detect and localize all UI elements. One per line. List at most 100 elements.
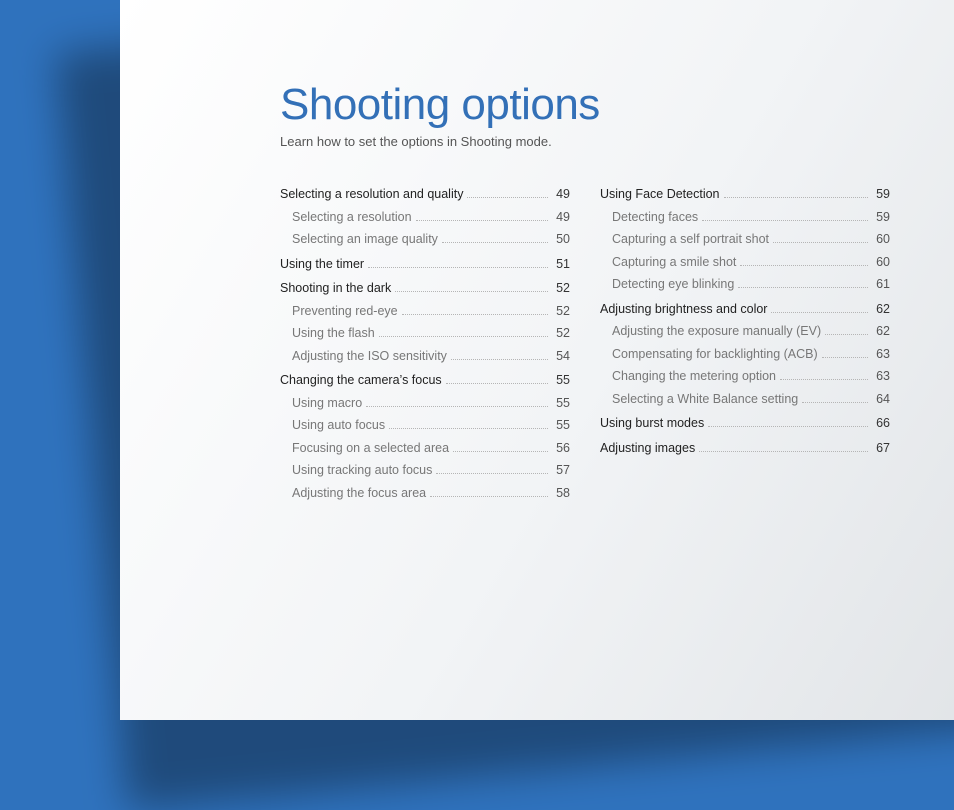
toc-item-row[interactable]: Compensating for backlighting (ACB) 63 (600, 343, 890, 366)
toc-leader-dots (724, 197, 868, 198)
toc-section-title: Changing the camera’s focus (280, 369, 442, 392)
toc-section: Shooting in the dark52Preventing red-eye… (280, 277, 570, 367)
toc-page-number: 63 (872, 343, 890, 366)
toc-leader-dots (366, 406, 548, 407)
toc-columns: Selecting a resolution and quality49Sele… (280, 183, 904, 506)
toc-section-row[interactable]: Adjusting images 67 (600, 437, 890, 460)
toc-leader-dots (453, 451, 548, 452)
toc-section: Adjusting brightness and color62Adjustin… (600, 298, 890, 411)
toc-item-row[interactable]: Using auto focus 55 (280, 414, 570, 437)
toc-page-number: 63 (872, 365, 890, 388)
toc-section-title: Using Face Detection (600, 183, 720, 206)
toc-item-row[interactable]: Capturing a self portrait shot 60 (600, 228, 890, 251)
toc-item-row[interactable]: Detecting faces 59 (600, 206, 890, 229)
toc-leader-dots (699, 451, 868, 452)
toc-page-number: 66 (872, 412, 890, 435)
toc-item-row[interactable]: Focusing on a selected area56 (280, 437, 570, 460)
toc-item-label: Adjusting the exposure manually (EV) (600, 320, 821, 343)
toc-section-row[interactable]: Using Face Detection 59 (600, 183, 890, 206)
toc-section: Using Face Detection59Detecting faces59C… (600, 183, 890, 296)
toc-section-row[interactable]: Changing the camera’s focus 55 (280, 369, 570, 392)
toc-item-label: Using auto focus (280, 414, 385, 437)
toc-page-number: 60 (872, 251, 890, 274)
document-page: Shooting options Learn how to set the op… (120, 0, 954, 720)
toc-section: Using burst modes 66 (600, 412, 890, 435)
toc-item-label: Adjusting the ISO sensitivity (280, 345, 447, 368)
toc-section: Changing the camera’s focus 55Using macro… (280, 369, 570, 504)
toc-item-label: Selecting an image quality (280, 228, 438, 251)
toc-page-number: 51 (552, 253, 570, 276)
toc-page-number: 59 (872, 183, 890, 206)
toc-leader-dots (802, 402, 868, 403)
toc-page-number: 64 (872, 388, 890, 411)
toc-item-label: Selecting a resolution (280, 206, 412, 229)
toc-leader-dots (451, 359, 548, 360)
toc-page-number: 67 (872, 437, 890, 460)
toc-item-row[interactable]: Preventing red-eye52 (280, 300, 570, 323)
toc-leader-dots (825, 334, 868, 335)
toc-section-row[interactable]: Shooting in the dark52 (280, 277, 570, 300)
toc-leader-dots (708, 426, 868, 427)
toc-page-number: 55 (552, 414, 570, 437)
toc-leader-dots (780, 379, 868, 380)
toc-leader-dots (822, 357, 868, 358)
toc-section: Adjusting images 67 (600, 437, 890, 460)
toc-page-number: 62 (872, 298, 890, 321)
toc-section-title: Adjusting images (600, 437, 695, 460)
toc-leader-dots (442, 242, 548, 243)
toc-page-number: 49 (552, 206, 570, 229)
page-title: Shooting options (280, 80, 904, 130)
toc-page-number: 56 (552, 437, 570, 460)
toc-page-number: 50 (552, 228, 570, 251)
toc-item-label: Detecting faces (600, 206, 698, 229)
toc-section-row[interactable]: Using the timer 51 (280, 253, 570, 276)
toc-item-label: Using the flash (280, 322, 375, 345)
toc-item-label: Detecting eye blinking (600, 273, 734, 296)
toc-leader-dots (702, 220, 868, 221)
toc-item-row[interactable]: Capturing a smile shot 60 (600, 251, 890, 274)
toc-item-row[interactable]: Selecting a White Balance setting64 (600, 388, 890, 411)
toc-item-row[interactable]: Detecting eye blinking 61 (600, 273, 890, 296)
toc-section-title: Selecting a resolution and quality (280, 183, 463, 206)
toc-column: Using Face Detection59Detecting faces59C… (600, 183, 890, 506)
toc-item-row[interactable]: Selecting an image quality 50 (280, 228, 570, 251)
toc-item-row[interactable]: Adjusting the exposure manually (EV)62 (600, 320, 890, 343)
toc-section: Selecting a resolution and quality49Sele… (280, 183, 570, 251)
toc-section-row[interactable]: Selecting a resolution and quality49 (280, 183, 570, 206)
toc-section-title: Using the timer (280, 253, 364, 276)
toc-section: Using the timer 51 (280, 253, 570, 276)
toc-page-number: 52 (552, 300, 570, 323)
toc-page-number: 58 (552, 482, 570, 505)
toc-item-row[interactable]: Changing the metering option63 (600, 365, 890, 388)
toc-leader-dots (402, 314, 548, 315)
toc-item-row[interactable]: Selecting a resolution 49 (280, 206, 570, 229)
toc-item-row[interactable]: Adjusting the ISO sensitivity54 (280, 345, 570, 368)
toc-item-label: Capturing a self portrait shot (600, 228, 769, 251)
toc-item-label: Compensating for backlighting (ACB) (600, 343, 818, 366)
toc-item-row[interactable]: Using macro55 (280, 392, 570, 415)
toc-page-number: 55 (552, 369, 570, 392)
toc-page-number: 52 (552, 322, 570, 345)
page-content: Shooting options Learn how to set the op… (120, 0, 954, 506)
toc-page-number: 61 (872, 273, 890, 296)
toc-leader-dots (395, 291, 548, 292)
toc-leader-dots (368, 267, 548, 268)
toc-leader-dots (773, 242, 868, 243)
toc-leader-dots (467, 197, 548, 198)
toc-page-number: 59 (872, 206, 890, 229)
toc-leader-dots (430, 496, 548, 497)
toc-item-row[interactable]: Using the flash 52 (280, 322, 570, 345)
toc-leader-dots (436, 473, 548, 474)
toc-column: Selecting a resolution and quality49Sele… (280, 183, 570, 506)
toc-item-row[interactable]: Adjusting the focus area58 (280, 482, 570, 505)
toc-leader-dots (389, 428, 548, 429)
toc-section-title: Using burst modes (600, 412, 704, 435)
toc-page-number: 52 (552, 277, 570, 300)
toc-section-row[interactable]: Adjusting brightness and color62 (600, 298, 890, 321)
toc-item-label: Using tracking auto focus (280, 459, 432, 482)
toc-item-row[interactable]: Using tracking auto focus57 (280, 459, 570, 482)
toc-item-label: Capturing a smile shot (600, 251, 736, 274)
toc-leader-dots (771, 312, 868, 313)
toc-page-number: 60 (872, 228, 890, 251)
toc-section-row[interactable]: Using burst modes 66 (600, 412, 890, 435)
